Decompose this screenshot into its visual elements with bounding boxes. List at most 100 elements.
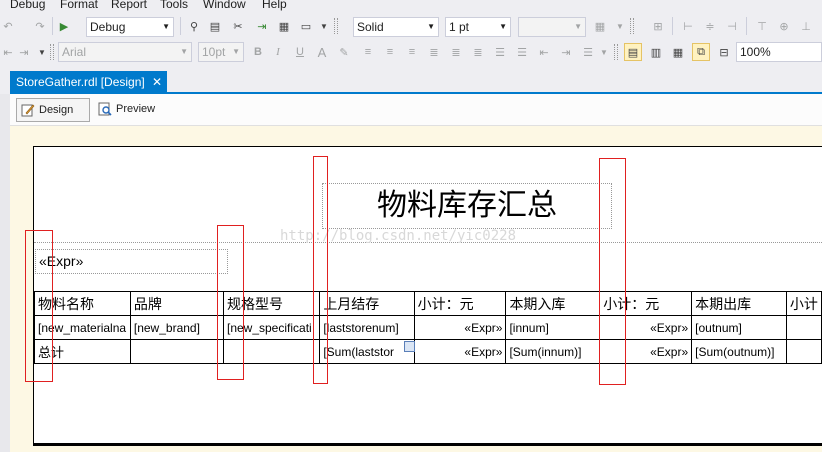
view-tabs: Design Preview (10, 94, 822, 126)
document-tab[interactable]: StoreGather.rdl [Design] ✕ (10, 71, 167, 94)
border-width-select[interactable]: 1 pt ▼ (445, 17, 511, 37)
bullets-icon[interactable]: ☰ (492, 44, 508, 60)
chevron-down-icon[interactable]: ▼ (596, 44, 612, 60)
properties-icon[interactable]: ▤ (207, 18, 223, 34)
align-bottom-icon[interactable]: ≣ (470, 44, 486, 60)
chevron-down-icon[interactable]: ▼ (316, 18, 332, 34)
solution-config-select[interactable]: Debug ▼ (86, 17, 174, 37)
total-cell[interactable]: [Sum(outnum)] (691, 339, 787, 364)
bold-button[interactable]: B (250, 44, 266, 60)
tab-preview[interactable]: Preview (94, 98, 155, 122)
detail-cell[interactable] (785, 315, 822, 340)
menu-help[interactable]: Help (262, 0, 287, 11)
font-name-select[interactable]: Arial ▼ (58, 42, 192, 62)
align-rights-icon[interactable]: ⊣ (724, 18, 740, 34)
align-middle-icon[interactable]: ≣ (448, 44, 464, 60)
align-bottoms-icon[interactable]: ⊥ (798, 18, 814, 34)
report-body-bottom-edge[interactable] (33, 443, 822, 446)
align-lefts-icon[interactable]: ⊢ (680, 18, 696, 34)
decrease-indent-icon[interactable]: ⇤ (536, 44, 552, 60)
close-icon[interactable]: ✕ (152, 71, 162, 94)
menu-format[interactable]: Format (60, 0, 98, 11)
menu-report[interactable]: Report (111, 0, 147, 11)
chevron-down-icon: ▼ (427, 22, 435, 31)
align-middles-icon[interactable]: ⊕ (776, 18, 792, 34)
start-debug-icon[interactable]: ▶ (56, 18, 72, 34)
report-body-icon[interactable]: ▤ (624, 43, 642, 61)
tools-icon[interactable]: ✂ (230, 18, 246, 34)
design-icon (21, 103, 35, 117)
italic-button[interactable]: I (270, 44, 286, 60)
report-tablix[interactable]: 物料名称 品牌 规格型号 上月结存 小计：元 本期入库 小计：元 本期出库 小计… (34, 291, 822, 364)
font-color-button[interactable]: A (314, 44, 330, 60)
header-cell[interactable]: 品牌 (129, 291, 224, 316)
border-style-select[interactable]: Solid ▼ (353, 17, 439, 37)
font-size-value: 10pt (202, 45, 226, 59)
total-cell[interactable] (785, 339, 822, 364)
border-color-select[interactable]: ▼ (518, 17, 586, 37)
expression-icon (404, 341, 415, 352)
align-right-icon[interactable]: ≡ (404, 44, 420, 60)
left-gutter (0, 94, 10, 452)
align-left-icon[interactable]: ≡ (360, 44, 376, 60)
page-header-icon[interactable]: ▥ (648, 44, 664, 60)
detail-cell[interactable]: [laststorenum] (319, 315, 415, 340)
numbering-icon[interactable]: ☰ (514, 44, 530, 60)
borders-icon[interactable]: ▦ (592, 18, 608, 34)
border-width-value: 1 pt (449, 20, 470, 34)
page-footer-icon[interactable]: ▦ (670, 44, 686, 60)
align-grid-icon[interactable]: ⊞ (650, 18, 666, 34)
chevron-down-icon[interactable]: ▼ (612, 18, 628, 34)
header-cell[interactable]: 本期入库 (505, 291, 601, 316)
total-cell[interactable]: [Sum(laststor (319, 339, 415, 364)
redo-icon[interactable]: ↷ (32, 18, 48, 34)
indent-icon[interactable]: ⇤ (0, 44, 16, 60)
chevron-down-icon[interactable]: ▼ (34, 44, 50, 60)
underline-button[interactable]: U (292, 44, 308, 60)
separator (180, 17, 181, 35)
standard-toolbar: ↶ ↷ ▶ Debug ▼ ⚲ ▤ ✂ ⇥ ▦ ▭ ▼ Solid ▼ 1 pt ▼ … (0, 12, 822, 40)
tab-preview-label: Preview (116, 103, 156, 115)
align-center-icon[interactable]: ≡ (382, 44, 398, 60)
outdent-icon[interactable]: ⇥ (16, 44, 32, 60)
console-icon[interactable]: ▭ (298, 18, 314, 34)
increase-indent-icon[interactable]: ⇥ (558, 44, 574, 60)
toolbar-grip[interactable] (50, 44, 54, 60)
align-top-icon[interactable]: ≣ (426, 44, 442, 60)
import-icon[interactable]: ⇥ (254, 18, 270, 34)
menu-debug[interactable]: Debug (10, 0, 45, 11)
chevron-down-icon: ▼ (180, 47, 188, 56)
total-cell[interactable]: «Expr» (413, 339, 507, 364)
header-cell[interactable]: 小计 (785, 291, 822, 316)
tab-design[interactable]: Design (16, 98, 90, 122)
zoom-select[interactable]: 100% (736, 42, 822, 62)
fill-color-icon[interactable]: ✎ (336, 44, 352, 60)
menu-tools[interactable]: Tools (160, 0, 188, 11)
align-tops-icon[interactable]: ⊤ (754, 18, 770, 34)
detail-cell[interactable]: [new_brand] (129, 315, 224, 340)
header-cell[interactable]: 上月结存 (319, 291, 415, 316)
toolbar-grip[interactable] (334, 18, 338, 34)
header-cell[interactable]: 本期出库 (691, 291, 787, 316)
toolbar-grip[interactable] (630, 18, 634, 34)
parameter-expression-textbox[interactable]: «Expr» (35, 249, 228, 274)
line-spacing-icon[interactable]: ☰ (580, 44, 596, 60)
detail-cell[interactable]: [outnum] (691, 315, 787, 340)
chart-icon[interactable]: ▦ (276, 18, 292, 34)
toolbar-grip[interactable] (614, 44, 618, 60)
grouping-icon[interactable]: ⧉ (692, 43, 710, 61)
find-icon[interactable]: ⚲ (186, 18, 202, 34)
font-size-select[interactable]: 10pt ▼ (198, 42, 244, 62)
report-title-textbox[interactable]: 物料库存汇总 (322, 183, 612, 229)
align-centers-icon[interactable]: ≑ (702, 18, 718, 34)
header-cell[interactable]: 小计：元 (413, 291, 507, 316)
menu-window[interactable]: Window (203, 0, 246, 11)
total-cell[interactable] (129, 339, 224, 364)
total-cell[interactable]: [Sum(innum)] (505, 339, 601, 364)
detail-cell[interactable]: «Expr» (413, 315, 507, 340)
undo-icon[interactable]: ↶ (0, 18, 16, 34)
chevron-down-icon: ▼ (162, 22, 170, 31)
ruler-icon[interactable]: ⊟ (716, 44, 732, 60)
separator (52, 17, 53, 35)
detail-cell[interactable]: [innum] (505, 315, 601, 340)
